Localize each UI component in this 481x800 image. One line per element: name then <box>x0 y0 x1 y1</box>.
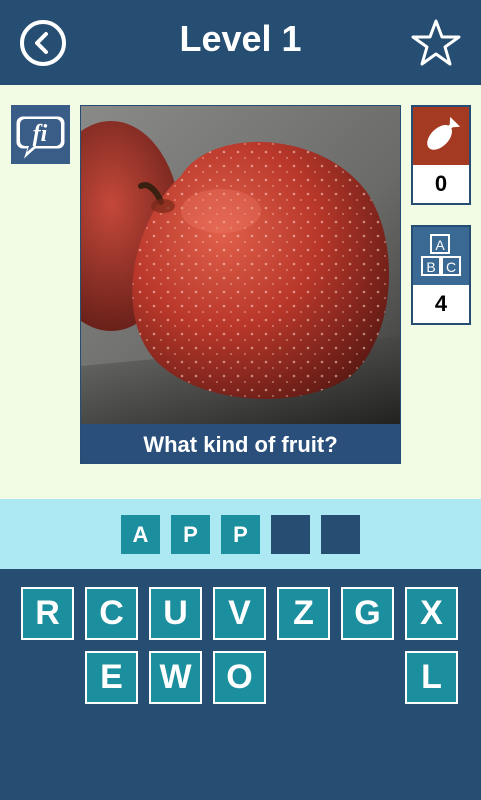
letter-key[interactable]: Z <box>277 587 330 640</box>
letter-key[interactable]: O <box>213 651 266 704</box>
svg-text:fi: fi <box>33 121 48 147</box>
speech-bubble-icon: fi <box>16 116 65 159</box>
answer-slot-1[interactable]: A <box>121 515 160 554</box>
bomb-icon <box>427 116 461 150</box>
answer-slot-2[interactable]: P <box>171 515 210 554</box>
reveal-letter-button[interactable]: A B C 4 <box>411 225 471 325</box>
letter-key[interactable]: U <box>149 587 202 640</box>
letter-key[interactable]: R <box>21 587 74 640</box>
reveal-count: 4 <box>413 285 469 323</box>
svg-text:C: C <box>446 259 456 275</box>
answer-slot-4[interactable] <box>271 515 310 554</box>
apple-photo <box>81 106 400 424</box>
question-text: What kind of fruit? <box>143 432 338 457</box>
answer-slot-5[interactable] <box>321 515 360 554</box>
favorite-button[interactable] <box>410 18 462 68</box>
letter-keyboard: R C U V Z G X E W O L <box>0 569 481 800</box>
letter-key[interactable]: V <box>213 587 266 640</box>
abc-blocks-icon: A B C <box>421 234 461 276</box>
letter-key[interactable]: L <box>405 651 458 704</box>
bomb-hint-icon-area <box>413 107 469 165</box>
letter-key[interactable]: E <box>85 651 138 704</box>
header-bar: Level 1 <box>0 0 481 85</box>
svg-text:B: B <box>426 259 435 275</box>
puzzle-card: What kind of fruit? <box>80 105 401 464</box>
play-area: fi What kind of fruit? 0 A B C 4 <box>0 85 481 499</box>
svg-text:A: A <box>435 237 445 253</box>
answer-strip: A P P <box>0 499 481 569</box>
fi-logo-icon[interactable]: fi <box>11 105 70 164</box>
bomb-count: 0 <box>413 165 469 203</box>
star-icon <box>411 19 461 66</box>
reveal-hint-icon-area: A B C <box>413 227 469 285</box>
letter-key[interactable]: X <box>405 587 458 640</box>
letter-key[interactable]: W <box>149 651 202 704</box>
letter-key[interactable]: C <box>85 587 138 640</box>
bomb-hint-button[interactable]: 0 <box>411 105 471 205</box>
letter-key[interactable]: G <box>341 587 394 640</box>
level-title: Level 1 <box>179 18 302 59</box>
answer-slot-3[interactable]: P <box>221 515 260 554</box>
